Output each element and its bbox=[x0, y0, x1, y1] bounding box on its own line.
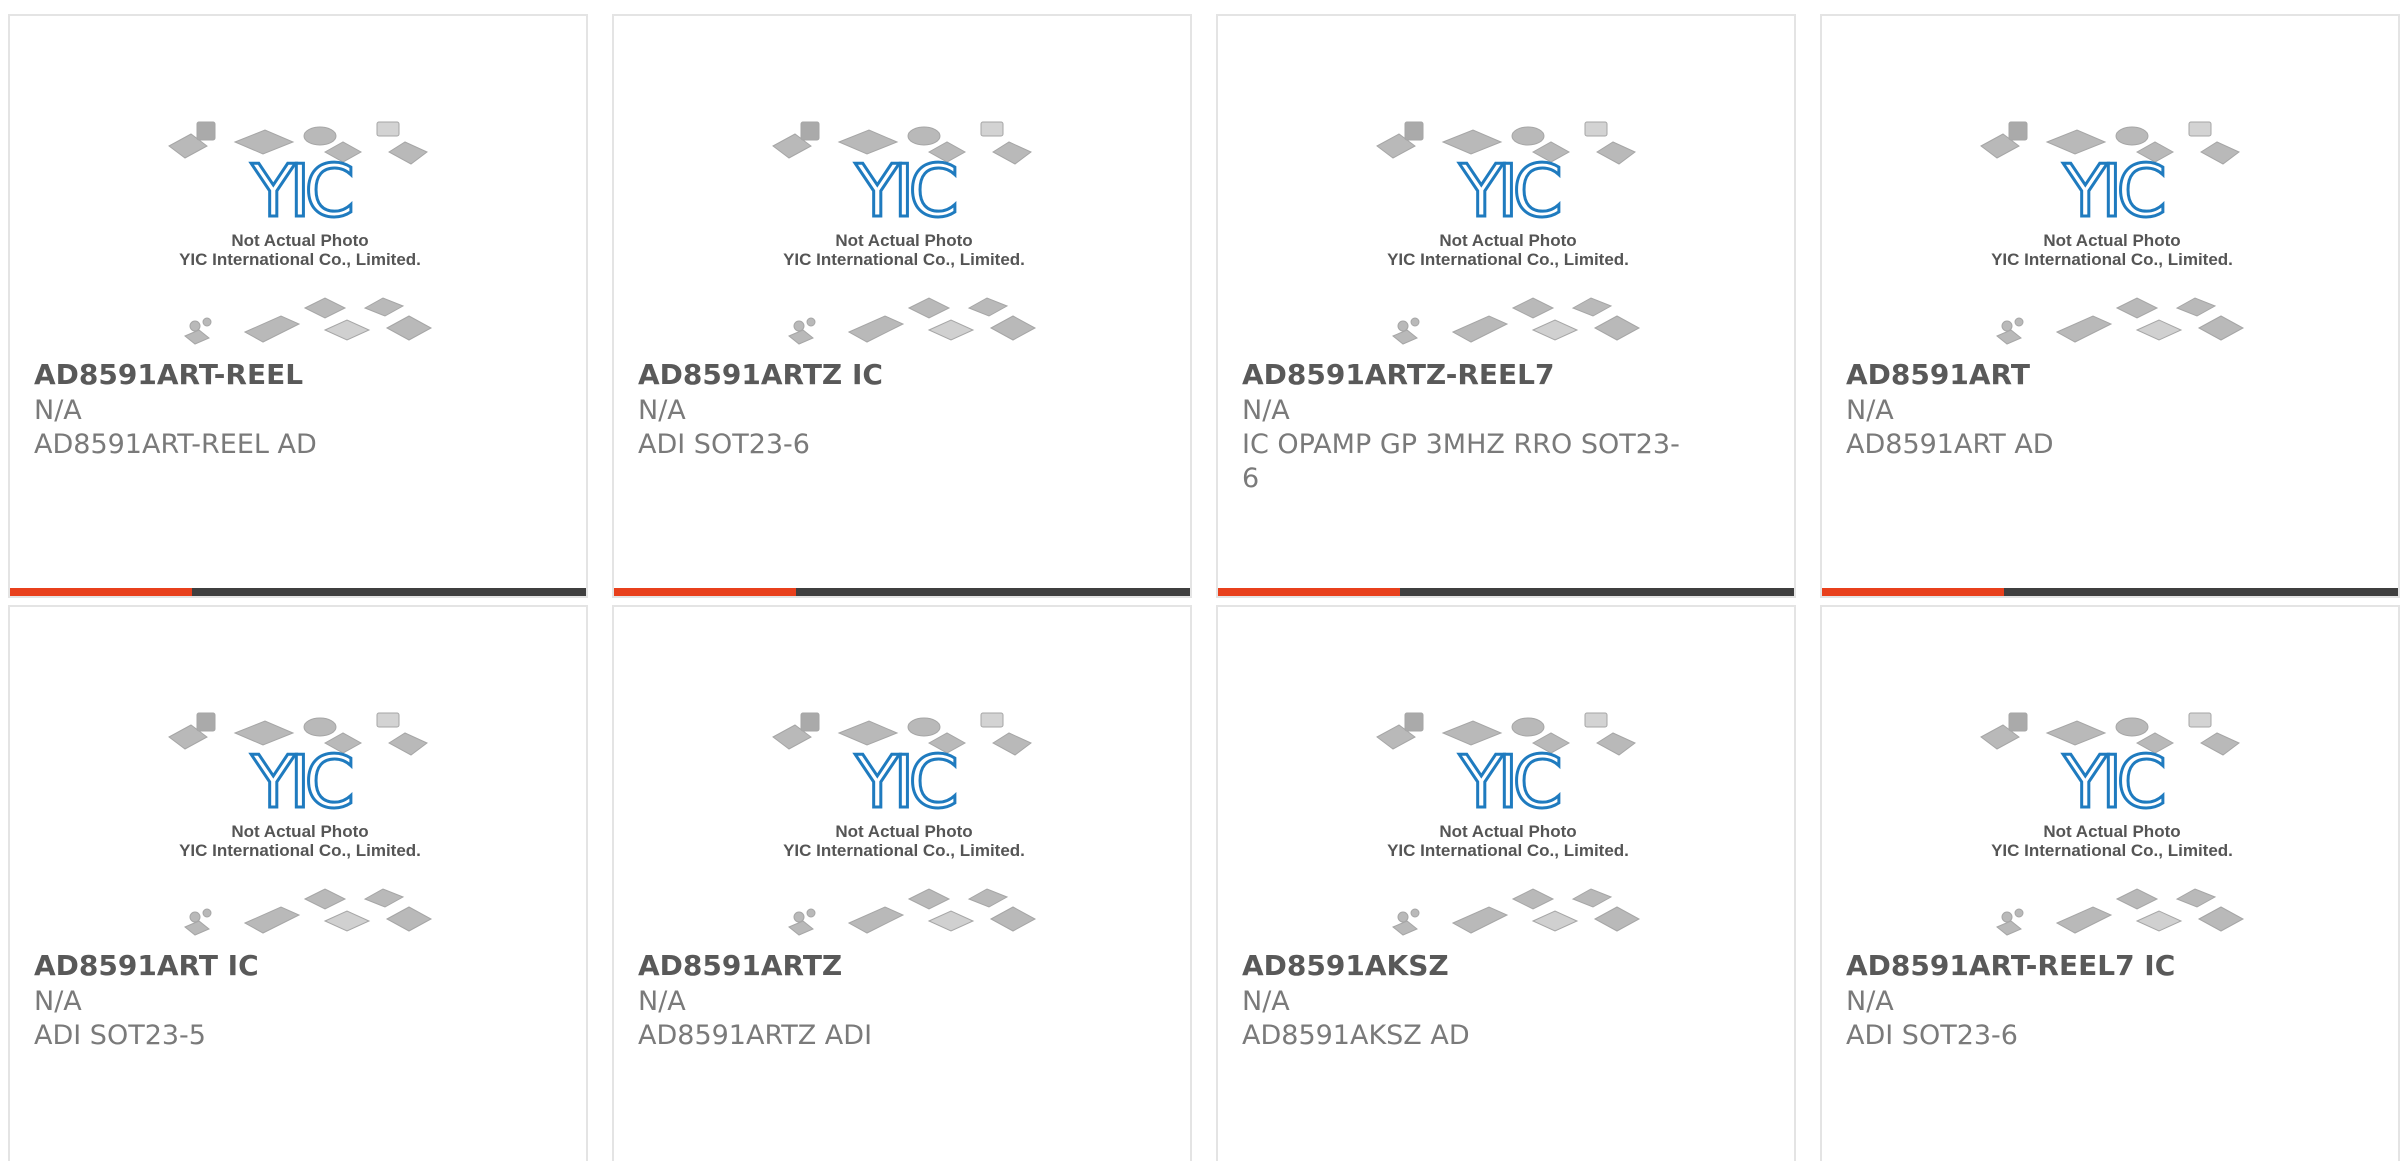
product-availability: N/A bbox=[1242, 395, 1290, 426]
svg-text:YIC: YIC bbox=[2062, 149, 2163, 233]
product-description: AD8591AKSZ AD bbox=[1242, 1020, 1470, 1051]
card-bottom-bar bbox=[614, 588, 1190, 596]
svg-text:YIC: YIC bbox=[250, 149, 351, 233]
product-card[interactable]: YIC Not Actual Photo YIC International C… bbox=[1216, 605, 1796, 1161]
product-placeholder-image[interactable]: YIC Not Actual Photo YIC International C… bbox=[1373, 96, 1643, 346]
svg-text:Not Actual Photo: Not Actual Photo bbox=[835, 822, 972, 841]
card-bottom-bar-accent bbox=[1822, 588, 2004, 596]
product-placeholder-image[interactable]: YIC Not Actual Photo YIC International C… bbox=[1977, 687, 2247, 937]
product-card[interactable]: YIC Not Actual Photo YIC International C… bbox=[8, 14, 588, 598]
svg-text:YIC International Co., Limited: YIC International Co., Limited. bbox=[179, 841, 421, 860]
product-card[interactable]: YIC Not Actual Photo YIC International C… bbox=[1820, 14, 2400, 598]
product-name[interactable]: AD8591ART-REEL bbox=[34, 358, 303, 392]
product-placeholder-image[interactable]: YIC Not Actual Photo YIC International C… bbox=[769, 687, 1039, 937]
svg-text:YIC: YIC bbox=[250, 740, 351, 824]
product-name[interactable]: AD8591ART bbox=[1846, 358, 2030, 392]
product-description: AD8591ART AD bbox=[1846, 429, 2054, 460]
product-availability: N/A bbox=[34, 986, 82, 1017]
product-name[interactable]: AD8591ART-REEL7 IC bbox=[1846, 949, 2175, 983]
product-availability: N/A bbox=[34, 395, 82, 426]
svg-text:YIC: YIC bbox=[1458, 149, 1559, 233]
product-placeholder-image[interactable]: YIC Not Actual Photo YIC International C… bbox=[165, 687, 435, 937]
product-description: ADI SOT23-5 bbox=[34, 1020, 206, 1051]
product-placeholder-image[interactable]: YIC Not Actual Photo YIC International C… bbox=[1977, 96, 2247, 346]
svg-text:Not Actual Photo: Not Actual Photo bbox=[1439, 231, 1576, 250]
product-card[interactable]: YIC Not Actual Photo YIC International C… bbox=[1216, 14, 1796, 598]
product-name[interactable]: AD8591ARTZ-REEL7 bbox=[1242, 358, 1554, 392]
product-description: AD8591ARTZ ADI bbox=[638, 1020, 873, 1051]
product-description: AD8591ART-REEL AD bbox=[34, 429, 317, 460]
svg-text:Not Actual Photo: Not Actual Photo bbox=[231, 822, 368, 841]
product-card[interactable]: YIC Not Actual Photo YIC International C… bbox=[1820, 605, 2400, 1161]
svg-text:YIC International Co., Limited: YIC International Co., Limited. bbox=[783, 841, 1025, 860]
product-placeholder-image[interactable]: YIC Not Actual Photo YIC International C… bbox=[769, 96, 1039, 346]
product-name[interactable]: AD8591ARTZ bbox=[638, 949, 842, 983]
product-description: ADI SOT23-6 bbox=[1846, 1020, 2018, 1051]
product-grid: YIC Not Actual Photo YIC International C… bbox=[0, 0, 2400, 1161]
product-card[interactable]: YIC Not Actual Photo YIC International C… bbox=[612, 605, 1192, 1161]
svg-text:Not Actual Photo: Not Actual Photo bbox=[1439, 822, 1576, 841]
product-name[interactable]: AD8591AKSZ bbox=[1242, 949, 1449, 983]
product-card[interactable]: YIC Not Actual Photo YIC International C… bbox=[612, 14, 1192, 598]
svg-text:YIC International Co., Limited: YIC International Co., Limited. bbox=[1991, 250, 2233, 269]
product-availability: N/A bbox=[1846, 395, 1894, 426]
svg-text:YIC International Co., Limited: YIC International Co., Limited. bbox=[179, 250, 421, 269]
card-bottom-bar-accent bbox=[614, 588, 796, 596]
card-bottom-bar-accent bbox=[1218, 588, 1400, 596]
svg-text:Not Actual Photo: Not Actual Photo bbox=[231, 231, 368, 250]
product-description: IC OPAMP GP 3MHZ RRO SOT23-6 bbox=[1242, 429, 1680, 494]
svg-text:YIC International Co., Limited: YIC International Co., Limited. bbox=[1387, 250, 1629, 269]
product-name[interactable]: AD8591ARTZ IC bbox=[638, 358, 883, 392]
product-availability: N/A bbox=[638, 986, 686, 1017]
product-placeholder-image[interactable]: YIC Not Actual Photo YIC International C… bbox=[1373, 687, 1643, 937]
product-availability: N/A bbox=[1846, 986, 1894, 1017]
svg-text:Not Actual Photo: Not Actual Photo bbox=[2043, 822, 2180, 841]
card-bottom-bar bbox=[1218, 588, 1794, 596]
svg-text:YIC International Co., Limited: YIC International Co., Limited. bbox=[1991, 841, 2233, 860]
svg-text:YIC: YIC bbox=[1458, 740, 1559, 824]
card-bottom-bar bbox=[1822, 588, 2398, 596]
svg-text:Not Actual Photo: Not Actual Photo bbox=[835, 231, 972, 250]
product-description: ADI SOT23-6 bbox=[638, 429, 810, 460]
card-bottom-bar-accent bbox=[10, 588, 192, 596]
svg-text:YIC International Co., Limited: YIC International Co., Limited. bbox=[1387, 841, 1629, 860]
svg-text:YIC: YIC bbox=[854, 149, 955, 233]
svg-text:YIC: YIC bbox=[854, 740, 955, 824]
card-bottom-bar bbox=[10, 588, 586, 596]
product-placeholder-image[interactable]: YIC Not Actual Photo YIC International C… bbox=[165, 96, 435, 346]
product-card[interactable]: YIC Not Actual Photo YIC International C… bbox=[8, 605, 588, 1161]
svg-text:YIC: YIC bbox=[2062, 740, 2163, 824]
svg-text:YIC International Co., Limited: YIC International Co., Limited. bbox=[783, 250, 1025, 269]
product-availability: N/A bbox=[638, 395, 686, 426]
svg-text:Not Actual Photo: Not Actual Photo bbox=[2043, 231, 2180, 250]
product-availability: N/A bbox=[1242, 986, 1290, 1017]
product-name[interactable]: AD8591ART IC bbox=[34, 949, 259, 983]
